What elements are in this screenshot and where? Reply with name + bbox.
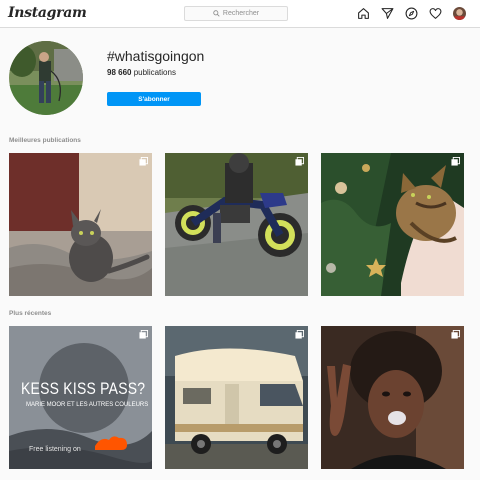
search-icon [213,10,220,17]
top-post-cat-tree[interactable] [321,153,464,296]
top-post-dirt-bike[interactable] [165,153,308,296]
peace-sign-photo [321,326,464,469]
cover-footer: Free listening on [29,446,81,453]
multi-image-icon [139,157,148,166]
dirt-bike-photo [165,153,308,296]
hashtag-title: #whatisgoingon [107,48,205,64]
instagram-logo[interactable]: Instagram [8,5,87,21]
hashtag-profile-image [9,41,83,115]
camper-van-photo [165,326,308,469]
recent-post-camper-van[interactable] [165,326,308,469]
kitten-photo [9,153,152,296]
follow-button[interactable]: S'abonner [107,92,201,106]
multi-image-icon [451,330,460,339]
publication-count: 98 660 publications [107,68,176,77]
explore-icon[interactable] [405,7,418,20]
cover-headline: KESS KISS PASS? [21,379,146,398]
top-post-kitten[interactable] [9,153,152,296]
cover-subtitle: MARIE MOOR ET LES AUTRES COULEURS [26,402,149,408]
multi-image-icon [295,157,304,166]
cat-christmas-tree-photo [321,153,464,296]
search-placeholder: Rechercher [222,10,260,17]
home-icon[interactable] [357,7,370,20]
multi-image-icon [295,330,304,339]
recent-post-music-cover[interactable]: KESS KISS PASS? MARIE MOOR ET LES AUTRES… [9,326,152,469]
multi-image-icon [451,157,460,166]
publication-count-value: 98 660 [107,68,132,77]
recent-post-peace-sign[interactable] [321,326,464,469]
heart-icon[interactable] [429,7,442,20]
profile-avatar[interactable] [453,7,466,20]
search-input[interactable]: Rechercher [184,6,288,21]
multi-image-icon [139,330,148,339]
top-navigation-bar: Instagram Rechercher [0,0,480,28]
top-posts-heading: Meilleures publications [9,137,81,144]
recent-posts-heading: Plus récentes [9,310,52,317]
publication-count-label: publications [133,68,176,77]
direct-icon[interactable] [381,7,394,20]
